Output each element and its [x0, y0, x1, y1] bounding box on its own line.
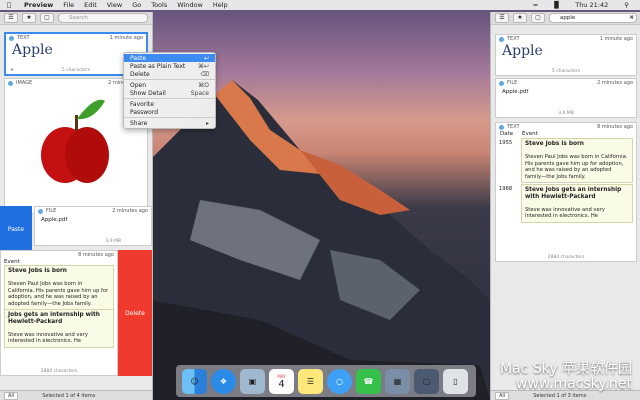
menu-app-name[interactable]: Preview	[24, 1, 53, 9]
safari-icon[interactable]: ❖	[211, 368, 236, 394]
text-type-icon	[499, 36, 504, 42]
table-row: 1968 Steve Jobs gets an internship with …	[499, 184, 633, 223]
finder-icon[interactable]: ☺	[182, 368, 207, 394]
clip-text-content: Apple	[502, 43, 543, 59]
dock: ☺ ❖ ▣ MAY 4 ☰ ○ ☎ ▦ ▢ ▯	[176, 365, 476, 397]
menu-item-paste-plain[interactable]: Paste as Plain Text ⌘↩	[124, 62, 215, 70]
battery-icon[interactable]: ▉	[554, 1, 559, 9]
list-icon[interactable]: ☰	[495, 13, 509, 23]
paste-action-button[interactable]: Paste	[0, 206, 32, 252]
star-icon[interactable]: ★	[22, 13, 36, 23]
search-input[interactable]: apple ✖	[549, 13, 637, 23]
menu-separator	[124, 98, 215, 99]
search-input[interactable]: Search	[58, 13, 148, 23]
star-icon[interactable]: ★	[10, 68, 14, 73]
menu-item-share[interactable]: Share ▸	[124, 119, 215, 127]
menu-bar:  Preview File Edit View Go Tools Window…	[0, 0, 640, 10]
left-status-bar: All Selected 1 of 4 items	[0, 390, 152, 400]
file-clip-card[interactable]: FILE 2 minutes ago Apple.pdf 3,9 MB	[495, 78, 637, 118]
image-capture-icon[interactable]: ▦	[385, 368, 410, 394]
lock-icon[interactable]: ▢	[531, 13, 545, 23]
file-type-icon	[499, 80, 504, 86]
menu-edit[interactable]: Edit	[84, 1, 97, 9]
apple-menu-icon[interactable]: 	[4, 1, 14, 9]
star-icon[interactable]: ★	[513, 13, 527, 23]
messages-icon[interactable]: ○	[327, 368, 352, 394]
wifi-icon[interactable]: ≈	[533, 1, 538, 9]
event-clip-card[interactable]: TEXT 8 minutes ago Date Event 1955 Steve J…	[495, 122, 637, 262]
menu-item-delete[interactable]: Delete ⌫	[124, 70, 215, 78]
file-type-icon	[38, 208, 43, 214]
selection-status: Selected 1 of 4 items	[42, 392, 96, 399]
notes-icon[interactable]: ☰	[298, 368, 323, 394]
list-icon[interactable]: ☰	[4, 13, 18, 23]
image-type-icon	[8, 80, 13, 86]
menu-item-paste[interactable]: Paste ↩	[124, 54, 215, 62]
context-menu: Paste ↩ Paste as Plain Text ⌘↩ Delete ⌫ Ope…	[123, 52, 216, 129]
text-type-icon	[499, 124, 504, 130]
lock-icon[interactable]: ▢	[40, 13, 54, 23]
trash-icon[interactable]: ▯	[443, 368, 468, 394]
spotlight-icon[interactable]: ⚲	[624, 1, 629, 9]
menu-item-show-detail[interactable]: Show Detail Space	[124, 89, 215, 97]
delete-action-button[interactable]: Delete	[118, 250, 152, 376]
menu-separator	[124, 117, 215, 118]
left-toolbar: ☰ ★ ▢ Search	[0, 12, 152, 25]
filter-select[interactable]: All	[495, 391, 510, 400]
facetime-icon[interactable]: ☎	[356, 368, 381, 394]
watermark: Mac Sky 苹果软件园 www.macsky.net	[499, 361, 632, 392]
clipboard-app-icon[interactable]: ▢	[414, 368, 439, 394]
preview-icon[interactable]: ▣	[240, 368, 265, 394]
event-row: Steve Jobs is born Steven Paul Jobs was …	[4, 265, 114, 310]
menu-item-favorite[interactable]: Favorite	[124, 100, 215, 108]
right-toolbar: ☰ ★ ▢ apple ✖	[491, 12, 640, 25]
menu-file[interactable]: File	[63, 1, 74, 9]
calendar-icon[interactable]: MAY 4	[269, 368, 294, 394]
menu-tools[interactable]: Tools	[151, 1, 167, 9]
menu-go[interactable]: Go	[132, 1, 141, 9]
menu-item-open[interactable]: Open ⌘O	[124, 81, 215, 89]
menu-window[interactable]: Window	[177, 1, 203, 9]
text-clip-card[interactable]: TEXT 1 minute ago Apple 5 characters	[495, 34, 637, 76]
event-clip-card[interactable]: 8 minutes ago Event Steve Jobs is born S…	[0, 250, 118, 376]
menu-separator	[124, 79, 215, 80]
filter-select[interactable]: All	[4, 391, 19, 400]
text-type-icon	[9, 35, 14, 41]
menu-help[interactable]: Help	[213, 1, 228, 9]
selection-status: Selected 1 of 3 items	[533, 392, 587, 399]
file-clip-card[interactable]: FILE 2 minutes ago Apple.pdf 3,9 MB	[34, 206, 152, 246]
menu-view[interactable]: View	[107, 1, 122, 9]
event-row: Jobs gets an internship with Hewlett-Pac…	[4, 310, 114, 348]
right-clipboard-panel: ☰ ★ ▢ apple ✖ TEXT 1 minute ago Apple 5 ch…	[490, 12, 640, 400]
clock[interactable]: Thu 21:42	[575, 1, 608, 9]
menu-item-password[interactable]: Password	[124, 108, 215, 116]
table-row: 1955 Steve Jobs is born Steven Paul Jobs …	[499, 138, 633, 183]
clear-search-icon[interactable]: ✖	[629, 14, 634, 22]
